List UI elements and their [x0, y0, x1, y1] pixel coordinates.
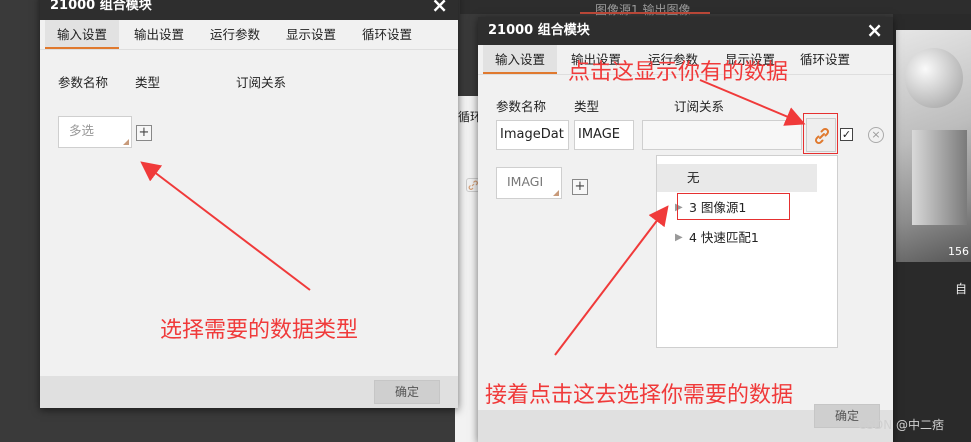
annotation-choose-data: 接着点击这去选择你需要的数据: [485, 383, 794, 408]
annotation-show-data: 点击这显示你有的数据: [568, 60, 789, 85]
arrow-to-type-select: [140, 161, 311, 291]
annotation-select-type: 选择需要的数据类型: [160, 318, 359, 343]
annotation-arrows: [140, 79, 806, 356]
arrow-to-dropdown-item: [554, 205, 669, 356]
watermark: CSDN @中二痞: [858, 418, 945, 432]
arrow-to-link-button: [699, 79, 806, 126]
